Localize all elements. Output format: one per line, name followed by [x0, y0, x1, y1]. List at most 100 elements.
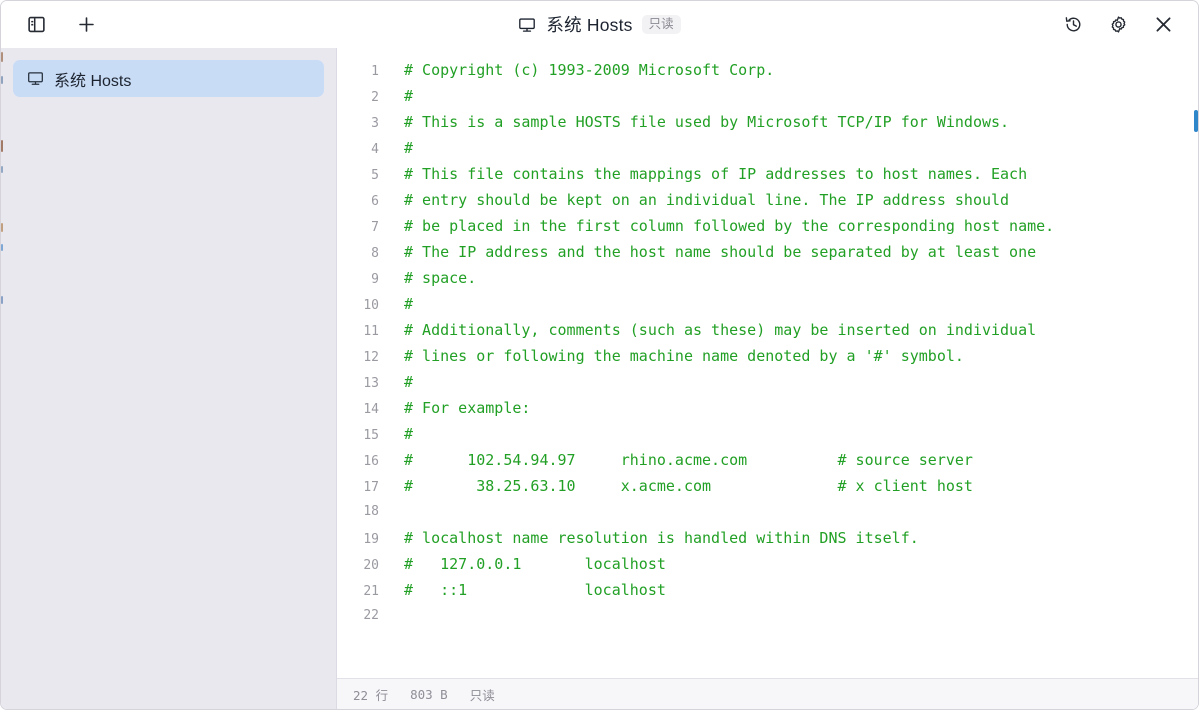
background-window-sliver — [1, 52, 3, 62]
code-line-text: # be placed in the first column followed… — [379, 213, 1054, 239]
code-line-text: # Additionally, comments (such as these)… — [379, 317, 1036, 343]
title-bar-right-actions — [1060, 12, 1198, 38]
code-line[interactable]: 9# space. — [337, 265, 1198, 291]
plus-icon — [77, 15, 96, 34]
code-line[interactable]: 21# ::1 localhost — [337, 577, 1198, 603]
line-number: 17 — [337, 475, 379, 501]
status-line-count: 22 行 — [353, 685, 388, 704]
code-line[interactable]: 10# — [337, 291, 1198, 317]
toggle-sidebar-button[interactable] — [23, 12, 49, 38]
code-line-text: # — [379, 291, 413, 317]
sidebar-item-label: 系统 Hosts — [54, 67, 131, 91]
line-number: 1 — [337, 59, 379, 85]
monitor-icon — [27, 70, 44, 87]
line-number: 8 — [337, 241, 379, 267]
line-number: 21 — [337, 579, 379, 605]
line-number: 20 — [337, 553, 379, 579]
status-bar: 22 行 803 B 只读 — [337, 678, 1198, 709]
code-line-text: # This file contains the mappings of IP … — [379, 161, 1027, 187]
code-line-text: # The IP address and the host name shoul… — [379, 239, 1036, 265]
close-button[interactable] — [1150, 12, 1176, 38]
background-window-sliver — [1, 140, 3, 152]
history-icon — [1064, 15, 1083, 34]
code-line[interactable]: 22 — [337, 603, 1198, 629]
line-number: 2 — [337, 85, 379, 111]
close-icon — [1153, 14, 1174, 35]
line-number: 9 — [337, 267, 379, 293]
line-number: 11 — [337, 319, 379, 345]
background-window-sliver — [1, 244, 3, 251]
code-line[interactable]: 20# 127.0.0.1 localhost — [337, 551, 1198, 577]
monitor-icon — [518, 16, 536, 34]
code-line[interactable]: 7# be placed in the first column followe… — [337, 213, 1198, 239]
code-line-text: # Copyright (c) 1993-2009 Microsoft Corp… — [379, 57, 774, 83]
status-file-size: 803 B — [410, 687, 448, 702]
gear-icon — [1109, 15, 1128, 34]
code-line-text: # — [379, 369, 413, 395]
line-number: 6 — [337, 189, 379, 215]
line-number: 13 — [337, 371, 379, 397]
code-line-text: # — [379, 135, 413, 161]
sidebar-panel-icon — [28, 16, 45, 33]
main-content: 系统 Hosts 1# Copyright (c) 1993-2009 Micr… — [1, 48, 1198, 709]
code-line[interactable]: 5# This file contains the mappings of IP… — [337, 161, 1198, 187]
code-line-text: # entry should be kept on an individual … — [379, 187, 1009, 213]
background-window-sliver — [1, 76, 3, 84]
line-number: 19 — [337, 527, 379, 553]
code-line[interactable]: 11# Additionally, comments (such as thes… — [337, 317, 1198, 343]
code-line[interactable]: 3# This is a sample HOSTS file used by M… — [337, 109, 1198, 135]
line-number: 7 — [337, 215, 379, 241]
code-line[interactable]: 14# For example: — [337, 395, 1198, 421]
code-line[interactable]: 16# 102.54.94.97 rhino.acme.com # source… — [337, 447, 1198, 473]
line-number: 18 — [337, 499, 379, 525]
code-line[interactable]: 19# localhost name resolution is handled… — [337, 525, 1198, 551]
title-bar-left-actions — [1, 12, 99, 38]
code-line-text: # localhost name resolution is handled w… — [379, 525, 919, 551]
editor-pane: 1# Copyright (c) 1993-2009 Microsoft Cor… — [337, 48, 1198, 709]
code-line[interactable]: 15# — [337, 421, 1198, 447]
title-bar: 系统 Hosts 只读 — [1, 1, 1198, 48]
line-number: 10 — [337, 293, 379, 319]
vertical-scrollbar-thumb[interactable] — [1194, 110, 1198, 132]
code-line-text: # ::1 localhost — [379, 577, 666, 603]
sidebar-item-system-hosts[interactable]: 系统 Hosts — [13, 60, 324, 97]
code-editor[interactable]: 1# Copyright (c) 1993-2009 Microsoft Cor… — [337, 48, 1198, 678]
history-button[interactable] — [1060, 12, 1086, 38]
code-line[interactable]: 8# The IP address and the host name shou… — [337, 239, 1198, 265]
line-number: 12 — [337, 345, 379, 371]
background-window-sliver — [1, 166, 3, 173]
line-number: 5 — [337, 163, 379, 189]
line-number: 14 — [337, 397, 379, 423]
status-readonly-mode: 只读 — [470, 685, 495, 704]
app-window: 系统 Hosts 只读 — [0, 0, 1199, 710]
code-line[interactable]: 17# 38.25.63.10 x.acme.com # x client ho… — [337, 473, 1198, 499]
code-line-text: # 127.0.0.1 localhost — [379, 551, 666, 577]
code-line-text: # — [379, 421, 413, 447]
code-line-text: # For example: — [379, 395, 530, 421]
line-number: 22 — [337, 603, 379, 629]
code-line-text: # 38.25.63.10 x.acme.com # x client host — [379, 473, 973, 499]
line-number: 15 — [337, 423, 379, 449]
code-line[interactable]: 1# Copyright (c) 1993-2009 Microsoft Cor… — [337, 57, 1198, 83]
line-number: 4 — [337, 137, 379, 163]
window-title-group: 系统 Hosts 只读 — [1, 1, 1198, 48]
background-window-sliver — [1, 296, 3, 304]
code-line-text: # 102.54.94.97 rhino.acme.com # source s… — [379, 447, 973, 473]
settings-button[interactable] — [1105, 12, 1131, 38]
readonly-badge: 只读 — [642, 15, 681, 35]
vertical-scrollbar[interactable] — [1193, 48, 1198, 678]
code-line[interactable]: 18 — [337, 499, 1198, 525]
sidebar: 系统 Hosts — [1, 48, 337, 709]
code-line[interactable]: 2# — [337, 83, 1198, 109]
code-line-text: # lines or following the machine name de… — [379, 343, 964, 369]
code-line-text: # — [379, 83, 413, 109]
code-line-text: # space. — [379, 265, 476, 291]
code-line[interactable]: 6# entry should be kept on an individual… — [337, 187, 1198, 213]
code-line[interactable]: 12# lines or following the machine name … — [337, 343, 1198, 369]
new-tab-button[interactable] — [73, 12, 99, 38]
code-line[interactable]: 4# — [337, 135, 1198, 161]
line-number: 3 — [337, 111, 379, 137]
code-line[interactable]: 13# — [337, 369, 1198, 395]
code-line-text: # This is a sample HOSTS file used by Mi… — [379, 109, 1009, 135]
code-lines: 1# Copyright (c) 1993-2009 Microsoft Cor… — [337, 57, 1198, 629]
